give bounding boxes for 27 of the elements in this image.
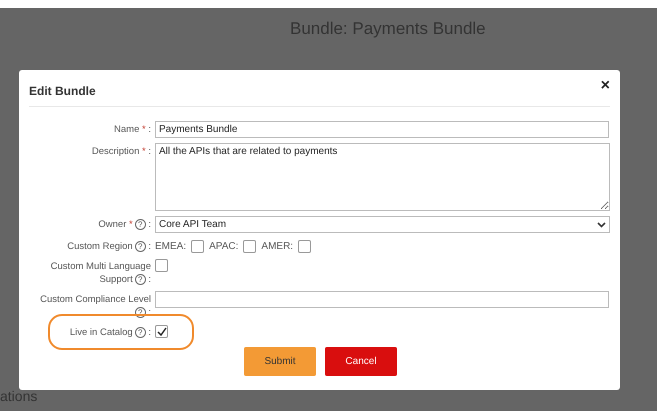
checkbox[interactable] [298, 240, 312, 253]
text-field[interactable] [155, 291, 609, 308]
field-label: Custom Region ? : [66, 240, 151, 253]
checkbox[interactable] [155, 325, 168, 338]
help-icon[interactable]: ? [134, 218, 146, 230]
checkbox[interactable] [155, 259, 168, 272]
option-label: APAC: [209, 240, 238, 252]
checkbox[interactable] [191, 240, 204, 253]
chevron-down-icon [597, 222, 606, 228]
option-label: EMEA: [155, 240, 186, 252]
checkbox[interactable] [243, 240, 256, 253]
field-label: Name * : [113, 123, 151, 136]
help-icon[interactable]: ? [134, 274, 146, 285]
close-button[interactable]: × [600, 77, 610, 95]
dialog-title: Edit Bundle [29, 84, 96, 98]
option-label: AMER: [261, 240, 294, 252]
field-label: Custom Multi Language Support ? : [50, 260, 151, 286]
submit-button[interactable]: Submit [244, 347, 316, 376]
field-label: Description * : [90, 145, 151, 158]
help-icon[interactable]: ? [134, 326, 146, 338]
field-label: Owner * ? : [97, 218, 151, 231]
description-field[interactable]: All the APIs that are related to payments [155, 143, 610, 211]
text-field[interactable]: Payments Bundle [155, 121, 609, 138]
field-label: Live in Catalog ? : [68, 326, 151, 339]
owner-dropdown[interactable]: Core API Team [155, 216, 610, 233]
cancel-button[interactable]: Cancel [325, 347, 397, 376]
help-icon[interactable]: ? [134, 240, 146, 252]
